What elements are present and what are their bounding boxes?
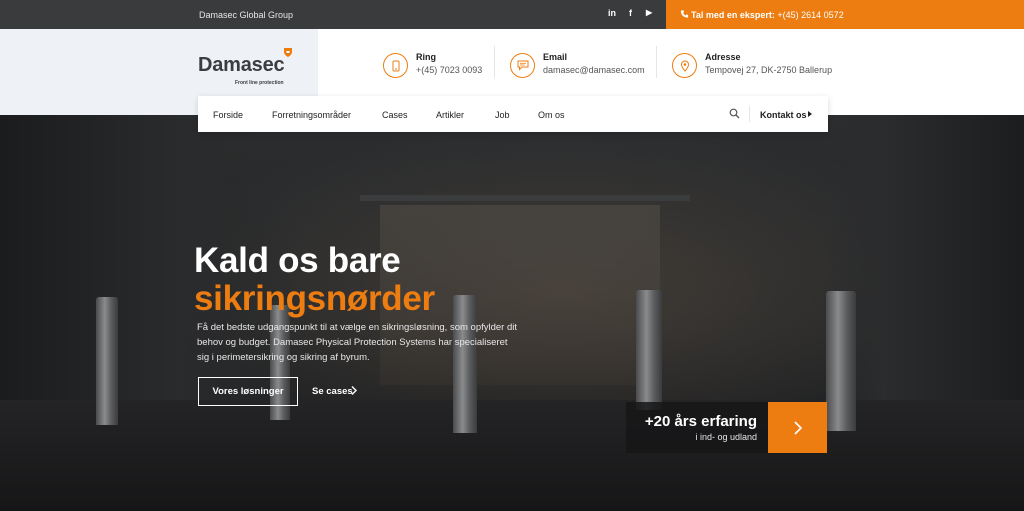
hero-description: Få det bedste udgangspunkt til at vælge … — [197, 322, 518, 363]
hero-background — [360, 195, 690, 201]
hero-title-accent: sikringsnørder — [194, 279, 435, 318]
facebook-icon[interactable]: f — [629, 8, 632, 18]
bollard-image — [96, 297, 118, 425]
expert-call-banner[interactable]: Tal med en ekspert: +(45) 2614 0572 — [666, 0, 1024, 29]
contact-label: Email — [543, 52, 568, 62]
phone-circle — [383, 53, 408, 78]
map-pin-icon — [680, 59, 689, 72]
chevron-right-icon — [351, 386, 357, 395]
divider — [494, 46, 495, 78]
contact-label: Adresse — [705, 52, 741, 62]
group-link[interactable]: Damasec Global Group — [199, 10, 293, 20]
linkedin-icon[interactable]: in — [608, 8, 616, 18]
kontakt-os-link[interactable]: Kontakt os — [760, 110, 807, 120]
hero-section: Kald os bare sikringsnørder Få det bedst… — [0, 115, 1024, 511]
nav-divider — [749, 106, 750, 122]
bollard-image — [826, 291, 856, 431]
email-circle — [510, 53, 535, 78]
nav-item-forside[interactable]: Forside — [213, 110, 243, 120]
hero-background — [0, 400, 1024, 511]
nav-item-cases[interactable]: Cases — [382, 110, 408, 120]
logo-wordmark: Damasec — [198, 54, 285, 76]
logo-tagline: Front line protection — [235, 80, 284, 86]
nav-item-forretningsomraader[interactable]: Forretningsområder — [272, 110, 351, 120]
contact-value: Tempovej 27, DK-2750 Ballerup — [705, 65, 833, 75]
experience-headline: +20 års erfaring — [644, 413, 757, 430]
top-bar: Damasec Global Group in f ▶ Tal med en e… — [0, 0, 1024, 29]
nav-item-om-os[interactable]: Om os — [538, 110, 565, 120]
mobile-phone-icon — [392, 60, 399, 71]
vores-loesninger-button[interactable]: Vores løsninger — [198, 377, 298, 406]
phone-icon — [680, 10, 689, 18]
cta-text: Tal med en ekspert: +(45) 2614 0572 — [691, 10, 844, 20]
divider — [656, 46, 657, 78]
youtube-icon[interactable]: ▶ — [646, 8, 652, 17]
address-circle — [672, 53, 697, 78]
damasec-logo[interactable]: Damasec Front line protection — [198, 47, 308, 97]
shield-icon — [284, 48, 292, 57]
chevron-right-icon — [793, 420, 802, 435]
contact-value: damasec@damasec.com — [543, 65, 645, 75]
nav-item-artikler[interactable]: Artikler — [436, 110, 464, 120]
caret-right-icon — [808, 111, 812, 117]
nav-item-job[interactable]: Job — [495, 110, 510, 120]
chat-icon — [517, 60, 528, 71]
search-icon[interactable] — [729, 108, 740, 119]
experience-subline: i ind- og udland — [695, 432, 757, 442]
contact-value: +(45) 7023 0093 — [416, 65, 483, 75]
hero-title: Kald os bare — [194, 241, 401, 280]
se-cases-link[interactable]: Se cases — [312, 386, 353, 397]
contact-label: Ring — [416, 52, 436, 62]
main-nav: Forside Forretningsområder Cases Artikle… — [198, 96, 828, 132]
experience-next-button[interactable] — [768, 402, 827, 453]
bollard-image — [636, 290, 662, 410]
experience-box: +20 års erfaring i ind- og udland — [626, 402, 768, 453]
